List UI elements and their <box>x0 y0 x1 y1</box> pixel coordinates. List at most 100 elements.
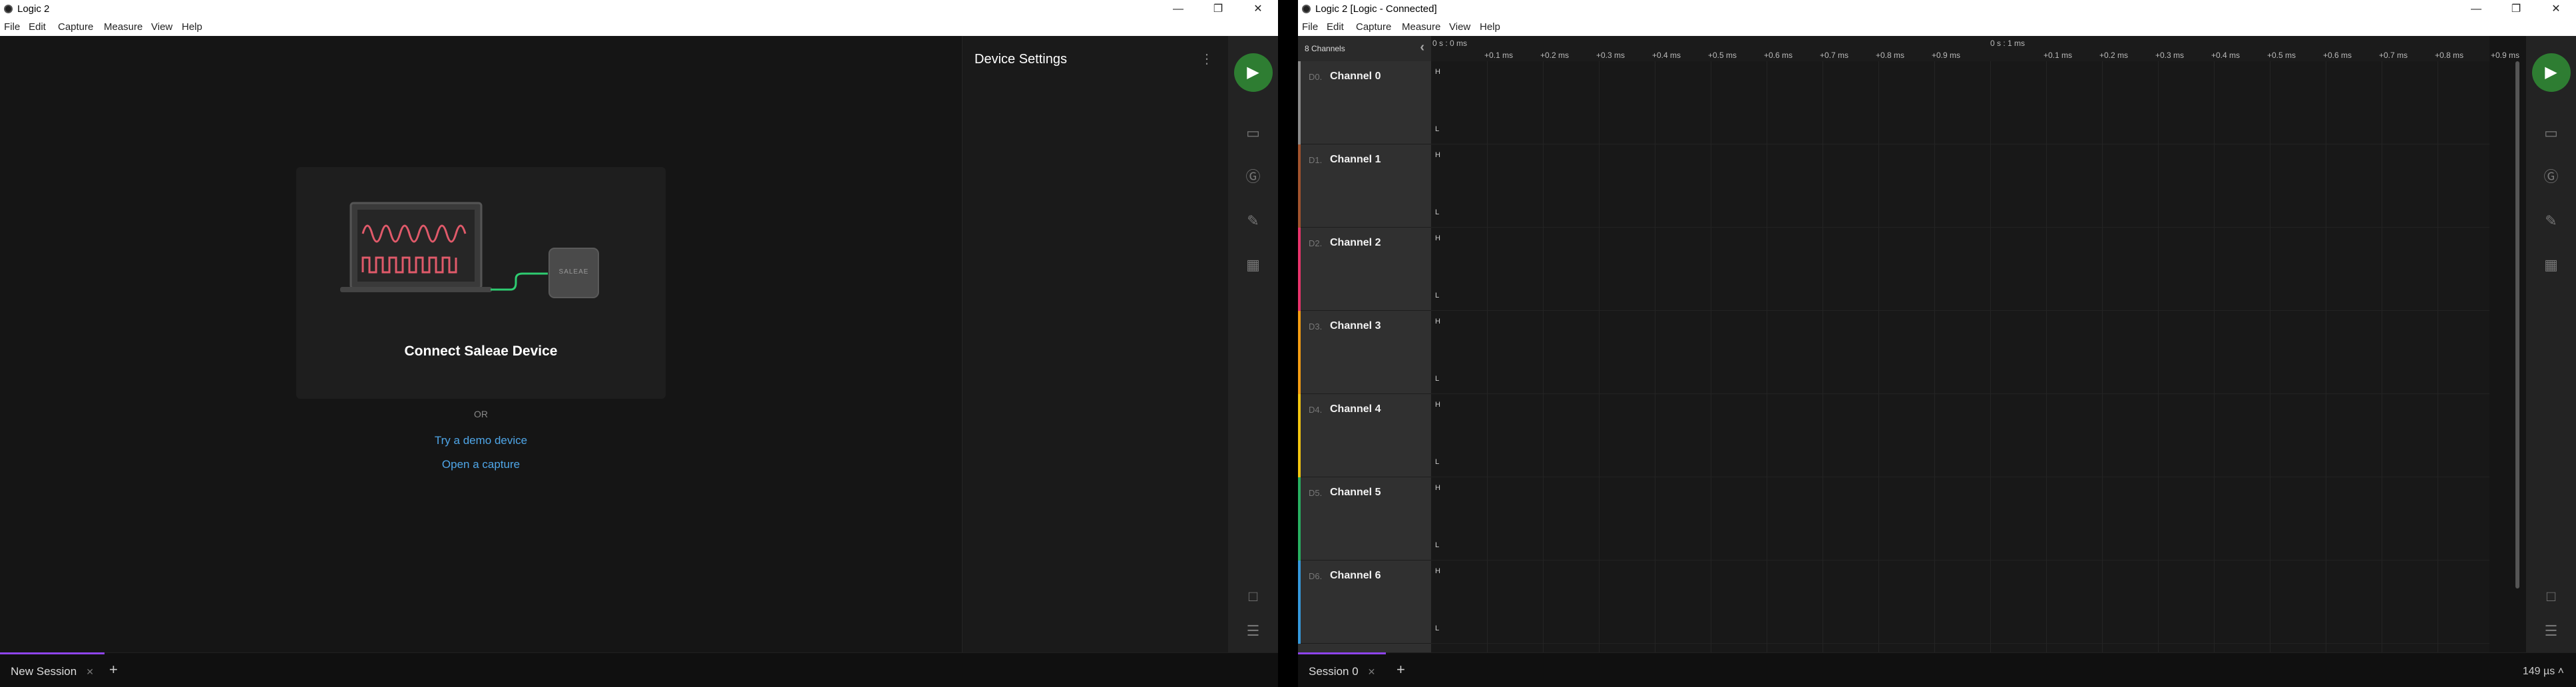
vertical-scrollbar[interactable] <box>2515 61 2519 588</box>
grid-line <box>2158 61 2159 652</box>
session-tab-label: New Session <box>11 665 77 678</box>
channel-name[interactable]: Channel 1 <box>1330 154 1381 166</box>
channel-lane[interactable]: HL <box>1431 144 2489 228</box>
channels-count: 8 Channels <box>1305 44 1345 53</box>
analyzers-icon[interactable]: Ⓖ <box>1241 168 1265 186</box>
channel-name[interactable]: Channel 0 <box>1330 71 1381 83</box>
menu-capture[interactable]: Capture <box>1356 21 1391 33</box>
low-level-label: L <box>1435 458 1440 466</box>
channel-name[interactable]: Channel 4 <box>1330 403 1381 415</box>
time-tick: +0.3 ms <box>2155 51 2185 60</box>
analyzers-icon[interactable]: Ⓖ <box>2539 168 2563 186</box>
menu-measure[interactable]: Measure <box>104 21 142 33</box>
session-tab[interactable]: Session 0 ✕ <box>1298 652 1387 687</box>
channel-lane[interactable]: HL <box>1431 311 2489 394</box>
channel-row[interactable]: D0. Channel 0 <box>1298 61 1431 144</box>
channel-index: D3. <box>1309 322 1323 332</box>
feedback-icon[interactable]: □ <box>2539 587 2563 606</box>
add-session-icon[interactable]: + <box>1396 652 1405 687</box>
channel-lane[interactable]: HL <box>1431 561 2489 644</box>
menu-icon[interactable]: ☰ <box>1241 622 1265 640</box>
waveform-area[interactable]: HLHLHLHLHLHLHL <box>1431 61 2489 652</box>
time-tick: +0.4 ms <box>2211 51 2241 60</box>
extensions-icon[interactable]: ▦ <box>1241 256 1265 274</box>
device-illustration <box>340 202 599 298</box>
start-capture-button[interactable]: ▶ <box>2531 53 2571 92</box>
low-level-label: L <box>1435 624 1440 632</box>
channel-name[interactable]: Channel 2 <box>1330 237 1381 249</box>
menu-bar: File Edit Capture Measure View Help <box>1298 18 2576 36</box>
channel-color-bar <box>1298 561 1301 644</box>
time-tick: +0.2 ms <box>2099 51 2129 60</box>
channel-row[interactable]: D3. Channel 3 <box>1298 311 1431 394</box>
time-tick: +0.5 ms <box>2267 51 2296 60</box>
session-tab-bar: New Session ✕ + <box>0 652 1278 687</box>
collapse-panel-icon[interactable]: ‹ <box>1420 40 1424 55</box>
restore-icon[interactable]: ❐ <box>1198 0 1238 18</box>
title-bar: Logic 2 — ❐ ✕ <box>0 0 1278 18</box>
channel-color-bar <box>1298 394 1301 477</box>
high-level-label: H <box>1435 484 1440 492</box>
device-settings-icon[interactable]: ▭ <box>2539 124 2563 142</box>
menu-view[interactable]: View <box>151 21 172 33</box>
menu-measure[interactable]: Measure <box>1402 21 1440 33</box>
session-tab-label: Session 0 <box>1309 665 1359 678</box>
more-options-icon[interactable]: ⋮ <box>1200 51 1213 67</box>
grid-line <box>2214 61 2215 652</box>
menu-help[interactable]: Help <box>1480 21 1500 33</box>
menu-edit[interactable]: Edit <box>1327 21 1344 33</box>
grid-line <box>1878 61 1879 652</box>
right-sidebar: ▶ ▭ Ⓖ ✎ ▦ □ ☰ <box>2526 36 2576 652</box>
menu-icon[interactable]: ☰ <box>2539 622 2563 640</box>
channel-row[interactable]: D5. Channel 5 <box>1298 477 1431 561</box>
close-icon[interactable]: ✕ <box>2536 0 2576 18</box>
time-tick: +0.4 ms <box>1652 51 1681 60</box>
measurements-icon[interactable]: ✎ <box>1241 212 1265 230</box>
close-tab-icon[interactable]: ✕ <box>86 666 94 677</box>
menu-edit[interactable]: Edit <box>29 21 46 33</box>
channel-lane[interactable]: HL <box>1431 228 2489 311</box>
try-demo-link[interactable]: Try a demo device <box>0 434 962 447</box>
high-level-label: H <box>1435 234 1440 242</box>
menu-file[interactable]: File <box>1302 21 1318 33</box>
channel-lane[interactable]: HL <box>1431 394 2489 477</box>
channel-index: D5. <box>1309 488 1323 498</box>
open-capture-link[interactable]: Open a capture <box>0 458 962 471</box>
channel-list: D0. Channel 0 D1. Channel 1 D2. Channel 2 D3. C… <box>1298 61 1431 652</box>
measurements-icon[interactable]: ✎ <box>2539 212 2563 230</box>
channel-index: D0. <box>1309 72 1323 82</box>
channel-row[interactable]: D2. Channel 2 <box>1298 228 1431 311</box>
start-capture-button[interactable]: ▶ <box>1233 53 1273 92</box>
zoom-readout: 149 µs ˄ <box>2522 666 2564 677</box>
menu-capture[interactable]: Capture <box>58 21 93 33</box>
channel-name[interactable]: Channel 5 <box>1330 487 1381 499</box>
feedback-icon[interactable]: □ <box>1241 587 1265 606</box>
menu-help[interactable]: Help <box>182 21 202 33</box>
menu-view[interactable]: View <box>1449 21 1470 33</box>
channel-color-bar <box>1298 228 1301 311</box>
close-icon[interactable]: ✕ <box>1238 0 1278 18</box>
channel-row[interactable]: D6. Channel 6 <box>1298 561 1431 644</box>
channel-lane[interactable]: HL <box>1431 477 2489 561</box>
add-session-icon[interactable]: + <box>109 652 118 687</box>
extensions-icon[interactable]: ▦ <box>2539 256 2563 274</box>
connect-device-card: SALEAE <box>296 167 666 399</box>
time-tick: +0.7 ms <box>1820 51 1849 60</box>
menu-file[interactable]: File <box>4 21 20 33</box>
session-tab[interactable]: New Session ✕ <box>0 652 105 687</box>
time-tick: +0.8 ms <box>2435 51 2464 60</box>
channel-row[interactable]: D4. Channel 4 <box>1298 394 1431 477</box>
grid-line <box>2102 61 2103 652</box>
title-bar: Logic 2 [Logic - Connected] — ❐ ✕ <box>1298 0 2576 18</box>
channel-row[interactable]: D1. Channel 1 <box>1298 144 1431 228</box>
channel-name[interactable]: Channel 3 <box>1330 320 1381 332</box>
device-settings-icon[interactable]: ▭ <box>1241 124 1265 142</box>
close-tab-icon[interactable]: ✕ <box>1368 666 1376 677</box>
minimize-icon[interactable]: — <box>2456 0 2496 18</box>
channel-color-bar <box>1298 311 1301 394</box>
restore-icon[interactable]: ❐ <box>2496 0 2536 18</box>
minimize-icon[interactable]: — <box>1158 0 1198 18</box>
channel-lane[interactable]: HL <box>1431 61 2489 144</box>
channel-name[interactable]: Channel 6 <box>1330 570 1381 582</box>
time-ruler[interactable]: 0 s : 0 ms 0 s : 1 ms +0.1 ms +0.2 ms +0.3… <box>1431 36 2519 61</box>
